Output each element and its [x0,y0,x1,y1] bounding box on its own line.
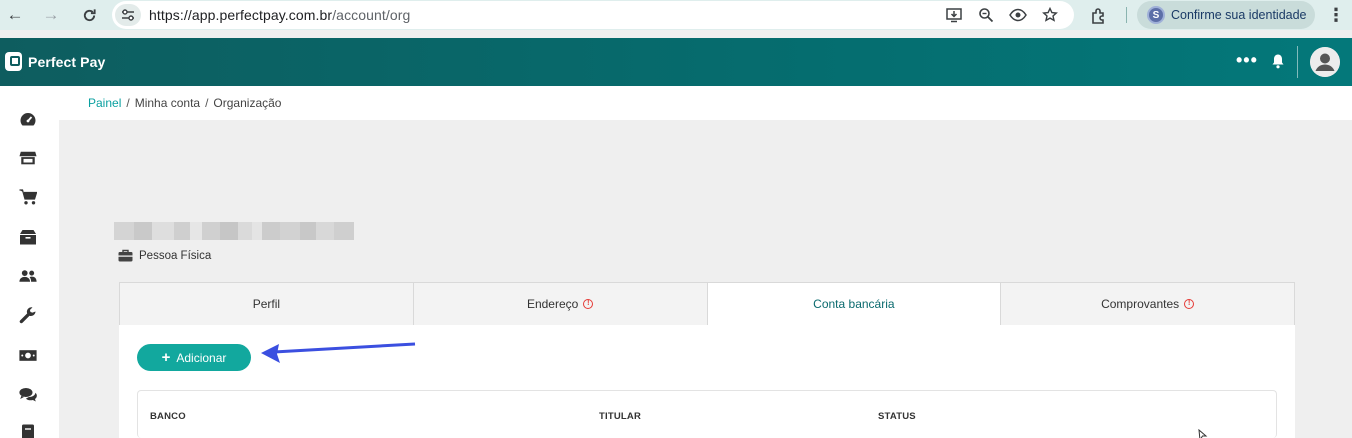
column-header-banco: BANCO [150,411,186,422]
money-icon[interactable] [19,346,37,364]
reload-icon [83,8,96,21]
zoom-icon[interactable] [976,5,996,25]
add-button-label: Adicionar [176,350,227,365]
plus-icon: + [161,348,171,366]
tab-label: Perfil [252,297,281,311]
store-icon[interactable] [19,149,37,167]
chat-icon[interactable] [19,385,37,403]
tab-perfil[interactable]: Perfil [119,282,414,326]
identity-chip[interactable]: S Confirme sua identidade [1137,1,1315,29]
breadcrumb-separator: / [126,96,130,110]
warning-icon: ! [1184,299,1195,309]
dashboard-icon[interactable] [19,110,37,128]
bookmark-star-icon[interactable] [1040,5,1060,25]
reload-button[interactable] [75,1,103,29]
browser-menu-button[interactable]: ⋮ [1327,4,1345,26]
toolbar-divider [1126,7,1127,23]
install-app-icon[interactable] [944,5,964,25]
forward-button[interactable]: → [37,1,65,29]
tab-comprovantes[interactable]: Comprovantes ! [1001,282,1295,326]
sidebar [0,86,59,438]
eye-icon[interactable] [1008,5,1028,25]
redacted-organization-name [114,222,354,240]
briefcase-icon [118,249,133,262]
tab-label: Endereço [526,297,579,311]
column-header-titular: TITULAR [599,411,642,422]
avatar[interactable] [1310,47,1340,77]
person-type: Pessoa Física [118,249,211,262]
bell-icon[interactable] [1270,53,1286,69]
site-info-icon[interactable] [115,4,141,26]
users-icon[interactable] [19,267,37,285]
tab-endereco[interactable]: Endereço ! [413,282,708,326]
add-bank-account-button[interactable]: + Adicionar [137,344,251,371]
wrench-icon[interactable] [19,307,37,325]
identity-badge-icon: S [1147,6,1165,24]
breadcrumb: Painel / Minha conta / Organização [59,86,1352,120]
header-divider [1297,46,1298,78]
breadcrumb-item-account: Minha conta [134,96,201,110]
more-options-button[interactable]: ••• [1236,50,1258,71]
document-icon[interactable] [19,424,37,438]
identity-label: Confirme sua identidade [1171,8,1307,22]
person-type-label: Pessoa Física [139,249,212,262]
app-logo[interactable]: Perfect Pay [5,52,105,71]
warning-icon: ! [583,299,594,309]
back-button[interactable]: ← [1,1,29,29]
logo-mark-icon [5,52,22,71]
tab-conta-bancaria[interactable]: Conta bancária [707,282,1002,326]
tab-label: Comprovantes [1101,297,1180,311]
address-bar[interactable]: https://app.perfectpay.com.br/account/or… [112,1,1074,29]
app-header [0,38,1352,86]
mouse-cursor-icon [1198,429,1208,438]
breadcrumb-link-painel[interactable]: Painel [88,96,121,110]
column-header-status: STATUS [878,411,916,422]
breadcrumb-item-current: Organização [213,96,282,110]
box-icon[interactable] [19,228,37,246]
bank-accounts-table: BANCO TITULAR STATUS [137,390,1277,438]
account-tabs: Perfil Endereço ! Conta bancária Comprov… [119,282,1295,326]
url-text[interactable]: https://app.perfectpay.com.br/account/or… [149,7,411,23]
url-path: /account/org [332,7,411,23]
tab-label: Conta bancária [813,297,895,311]
logo-text: Perfect Pay [28,53,106,70]
cart-icon[interactable] [19,188,37,206]
breadcrumb-separator: / [205,96,209,110]
url-host: https://app.perfectpay.com.br [149,7,333,23]
extensions-icon[interactable] [1088,5,1110,27]
annotation-arrow [261,342,416,363]
